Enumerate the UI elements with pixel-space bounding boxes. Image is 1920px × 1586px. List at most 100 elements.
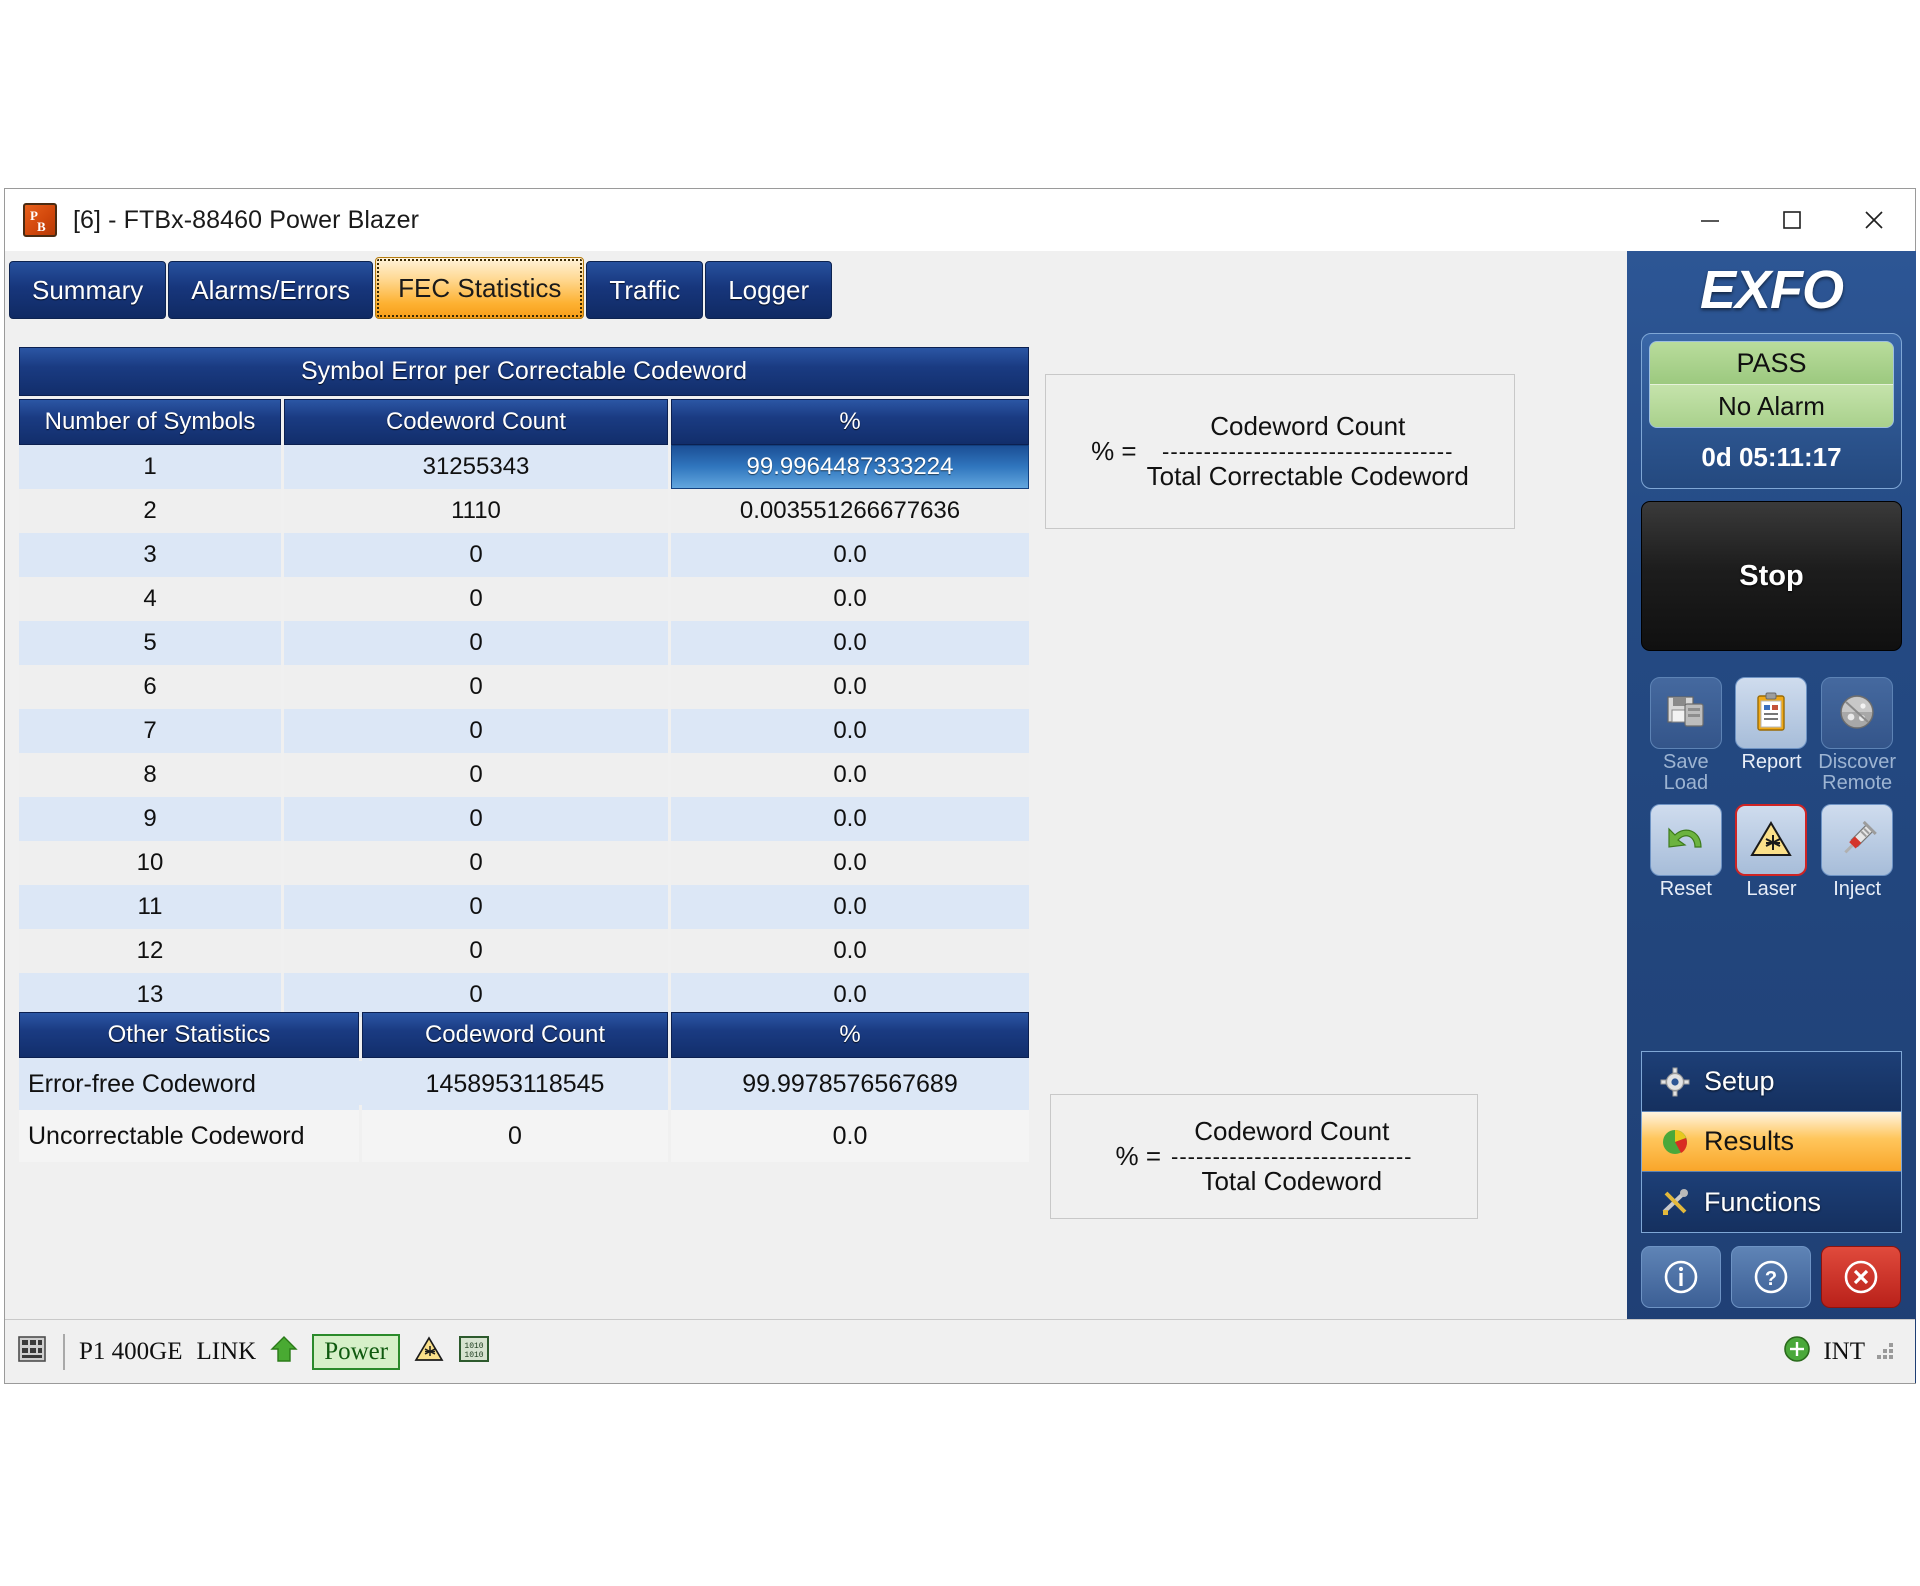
- tool-report[interactable]: Report: [1729, 677, 1815, 794]
- tool-label: Laser: [1746, 879, 1796, 900]
- cell-symbols: 3: [19, 533, 281, 577]
- column-header-other-statistics: Other Statistics: [19, 1012, 359, 1058]
- cell-symbols: 7: [19, 709, 281, 753]
- cell-percent: 0.0: [671, 533, 1029, 577]
- formula-divider: -----------------------------------: [1162, 442, 1453, 462]
- tab-fec-statistics[interactable]: FEC Statistics: [375, 257, 584, 319]
- table-row[interactable]: 10 0 0.0: [19, 841, 1029, 885]
- cell-count: 1458953118545: [362, 1058, 668, 1110]
- status-link-label: LINK: [196, 1338, 256, 1366]
- tab-summary[interactable]: Summary: [9, 261, 166, 319]
- cell-count: 0: [284, 665, 668, 709]
- resize-grip[interactable]: [1875, 1341, 1897, 1363]
- module-icon[interactable]: [15, 1332, 49, 1371]
- table-row[interactable]: 5 0 0.0: [19, 621, 1029, 665]
- content-area: Symbol Error per Correctable Codeword Nu…: [5, 319, 1627, 1319]
- table-row[interactable]: 7 0 0.0: [19, 709, 1029, 753]
- table-row[interactable]: 9 0 0.0: [19, 797, 1029, 841]
- cell-count: 0: [284, 753, 668, 797]
- cell-percent: 0.0: [671, 841, 1029, 885]
- cell-count: 31255343: [284, 445, 668, 489]
- tab-traffic[interactable]: Traffic: [586, 261, 703, 319]
- table-row[interactable]: 8 0 0.0: [19, 753, 1029, 797]
- symbol-error-table-header: Number of Symbols Codeword Count %: [19, 399, 1029, 445]
- tab-logger[interactable]: Logger: [705, 261, 832, 319]
- clipboard-icon[interactable]: [1735, 677, 1807, 749]
- cell-symbols: 2: [19, 489, 281, 533]
- svg-text:1010: 1010: [464, 1342, 483, 1351]
- minimize-button[interactable]: [1669, 189, 1751, 251]
- table-row[interactable]: 4 0 0.0: [19, 577, 1029, 621]
- cell-percent: 99.9978576567689: [671, 1058, 1029, 1110]
- nav-item-label: Functions: [1704, 1187, 1821, 1218]
- info-button[interactable]: [1641, 1246, 1721, 1308]
- table-row[interactable]: 11 0 0.0: [19, 885, 1029, 929]
- cell-symbols: 12: [19, 929, 281, 973]
- cell-count: 1110: [284, 489, 668, 533]
- column-header-codeword-count: Codeword Count: [362, 1012, 668, 1058]
- table-row[interactable]: 12 0 0.0: [19, 929, 1029, 973]
- cell-percent: 0.0: [671, 577, 1029, 621]
- table-row[interactable]: Uncorrectable Codeword 0 0.0: [19, 1110, 1029, 1162]
- laser-warning-icon[interactable]: [1735, 804, 1807, 876]
- help-button[interactable]: ?: [1731, 1246, 1811, 1308]
- pie-chart-icon: [1658, 1125, 1692, 1159]
- close-window-button[interactable]: [1833, 189, 1915, 251]
- status-bar: P1 400GE LINK Power: [5, 1319, 1915, 1383]
- cell-label: Uncorrectable Codeword: [19, 1110, 359, 1162]
- cell-count: 0: [284, 841, 668, 885]
- other-statistics-header: Other Statistics Codeword Count %: [19, 1012, 1029, 1058]
- window-controls: [1669, 189, 1915, 251]
- formula-numerator: Codeword Count: [1194, 1116, 1389, 1147]
- reset-arrow-icon[interactable]: [1650, 804, 1722, 876]
- status-badge-alarm: No Alarm: [1650, 385, 1893, 427]
- tab-strip: Summary Alarms/Errors FEC Statistics Tra…: [5, 251, 1627, 319]
- cell-count: 0: [362, 1110, 668, 1162]
- tool-reset[interactable]: Reset: [1643, 804, 1729, 900]
- cell-percent: 0.003551266677636: [671, 489, 1029, 533]
- table-row[interactable]: 1 31255343 99.9964487333224: [19, 445, 1029, 489]
- cell-count: 0: [284, 533, 668, 577]
- cell-count: 0: [284, 577, 668, 621]
- cell-percent: 0.0: [671, 885, 1029, 929]
- tab-alarms-errors[interactable]: Alarms/Errors: [168, 261, 373, 319]
- table-row[interactable]: 6 0 0.0: [19, 665, 1029, 709]
- cell-symbols: 4: [19, 577, 281, 621]
- svg-text:?: ?: [1765, 1268, 1777, 1290]
- tool-save-load[interactable]: Save Load: [1643, 677, 1729, 794]
- cell-count: 0: [284, 621, 668, 665]
- title-bar: PB [6] - FTBx-88460 Power Blazer: [5, 189, 1915, 252]
- tool-laser[interactable]: Laser: [1729, 804, 1815, 900]
- nav-item-results[interactable]: Results: [1642, 1112, 1901, 1172]
- panel-action-buttons: ?: [1641, 1246, 1902, 1308]
- tool-label-line1: Discover: [1818, 752, 1896, 773]
- syringe-icon[interactable]: [1821, 804, 1893, 876]
- nav-item-functions[interactable]: Functions: [1642, 1172, 1901, 1232]
- cell-label: Error-free Codeword: [19, 1058, 359, 1110]
- right-side-panel: EXFO PASS No Alarm 0d 05:11:17 Stop: [1627, 251, 1916, 1383]
- status-panel: PASS No Alarm 0d 05:11:17: [1641, 333, 1902, 489]
- elapsed-timer: 0d 05:11:17: [1649, 428, 1894, 481]
- exfo-logo: EXFO: [1627, 251, 1916, 329]
- status-badge-pass: PASS: [1650, 342, 1893, 385]
- nav-item-setup[interactable]: Setup: [1642, 1052, 1901, 1112]
- formula-equals: % =: [1116, 1141, 1162, 1172]
- tool-label: Reset: [1660, 879, 1712, 900]
- discover-remote-icon[interactable]: [1821, 677, 1893, 749]
- cell-count: 0: [284, 797, 668, 841]
- cell-symbols: 8: [19, 753, 281, 797]
- table-row[interactable]: Error-free Codeword 1458953118545 99.997…: [19, 1058, 1029, 1110]
- table-row[interactable]: 2 1110 0.003551266677636: [19, 489, 1029, 533]
- tool-inject[interactable]: Inject: [1814, 804, 1900, 900]
- floppy-disk-icon[interactable]: [1650, 677, 1722, 749]
- cell-percent[interactable]: 99.9964487333224: [671, 445, 1029, 489]
- status-port: P1 400GE: [79, 1338, 182, 1366]
- table-row[interactable]: 3 0 0.0: [19, 533, 1029, 577]
- maximize-button[interactable]: [1751, 189, 1833, 251]
- stop-button[interactable]: Stop: [1641, 501, 1902, 651]
- cell-symbols: 6: [19, 665, 281, 709]
- tool-discover-remote[interactable]: Discover Remote: [1814, 677, 1900, 794]
- other-statistics-table: Other Statistics Codeword Count % Error-…: [19, 1009, 1029, 1162]
- exit-button[interactable]: [1821, 1246, 1901, 1308]
- cell-count: 0: [284, 709, 668, 753]
